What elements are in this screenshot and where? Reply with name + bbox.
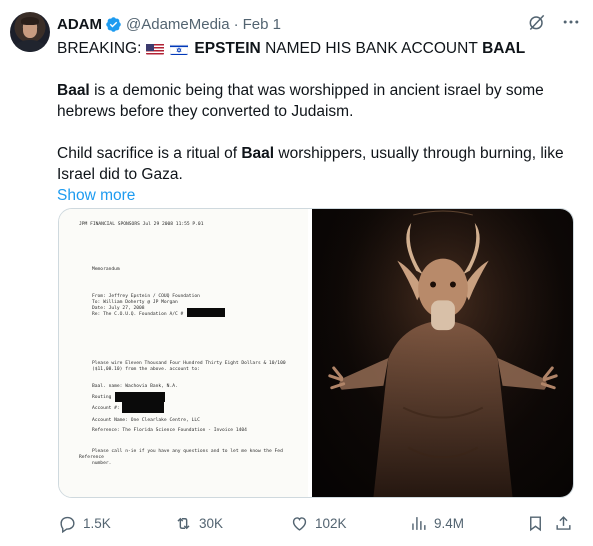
heart-icon — [292, 516, 307, 531]
document-image[interactable]: JPM FINANCIAL SPONSORS Jul 29 2008 11:55… — [59, 209, 312, 497]
paragraph-3: Child sacrifice is a ritual of Baal wors… — [57, 143, 582, 185]
horned-figure-illustration — [313, 209, 572, 497]
p2-bold: Baal — [57, 82, 90, 99]
headline-mid: NAMED HIS BANK ACCOUNT — [265, 40, 478, 57]
doc-account-name: Account Name: One Clearlake Centre, LLC — [92, 418, 200, 423]
israel-flag-icon — [170, 42, 189, 55]
p3-bold: Baal — [241, 145, 275, 162]
doc-header: JPM FINANCIAL SPONSORS Jul 29 2008 11:55… — [79, 222, 204, 227]
us-flag-icon — [146, 42, 165, 55]
redaction-bar — [122, 402, 164, 413]
share-icon — [556, 515, 571, 530]
breaking-label: BREAKING: — [57, 40, 142, 57]
tweet-header: ADAM @AdameMedia · Feb 1 — [57, 14, 281, 34]
reply-count: 1.5K — [83, 515, 111, 531]
verified-badge-icon — [106, 16, 121, 32]
avatar-shoulders — [14, 40, 46, 52]
doc-please-1: Please call n-ie if you have any questio… — [92, 449, 283, 454]
doc-bank: Baal. name: Wachovia Bank, N.A. — [92, 384, 178, 389]
headline-bold-epstein: EPSTEIN — [194, 40, 261, 57]
action-bar: 1.5K 30K 102K 9.4M — [58, 511, 578, 535]
view-count: 9.4M — [434, 515, 465, 531]
repost-count: 30K — [199, 515, 224, 531]
views-icon — [412, 516, 426, 530]
share-button[interactable] — [554, 511, 573, 535]
p2-text: is a demonic being that was worshipped i… — [57, 82, 544, 120]
grok-icon[interactable] — [527, 12, 547, 32]
horned-figure-image[interactable] — [312, 209, 573, 497]
headline-bold-baal: BAAL — [482, 40, 526, 57]
views-button[interactable]: 9.4M — [409, 511, 464, 535]
reply-button[interactable]: 1.5K — [58, 511, 111, 535]
repost-button[interactable]: 30K — [174, 511, 223, 535]
doc-routing: Routing — [92, 395, 112, 400]
doc-account: Account #: — [92, 406, 120, 411]
doc-please-3: number. — [92, 461, 112, 466]
bookmark-button[interactable] — [526, 511, 545, 535]
doc-memo: Memorandum — [92, 267, 120, 272]
like-count: 102K — [315, 515, 347, 531]
separator-dot: · — [233, 15, 239, 33]
doc-wire-2: ($11,08.10) from the above. account to: — [92, 367, 200, 372]
author-handle[interactable]: @AdameMedia — [126, 16, 230, 33]
tweet-text: BREAKING: EPSTEIN NAMED HIS BANK ACCOUNT… — [57, 38, 582, 206]
p3-start: Child sacrifice is a ritual of — [57, 145, 238, 162]
doc-reference: Reference: The Florida Science Foundatio… — [92, 428, 247, 433]
paragraph-2: Baal is a demonic being that was worship… — [57, 80, 582, 122]
redaction-bar — [187, 308, 225, 317]
reply-icon — [60, 516, 75, 533]
doc-re: Re: The C.O.U.Q. Foundation A/C # — [92, 312, 184, 317]
bookmark-icon — [530, 515, 541, 531]
like-button[interactable]: 102K — [290, 511, 347, 535]
tweet-card[interactable]: ADAM @AdameMedia · Feb 1 BREAKING: EPSTE… — [0, 0, 593, 546]
tweet-date[interactable]: Feb 1 — [243, 16, 281, 33]
redaction-bar — [115, 392, 165, 402]
show-more-link[interactable]: Show more — [57, 185, 135, 206]
media-grid[interactable]: JPM FINANCIAL SPONSORS Jul 29 2008 11:55… — [58, 208, 574, 498]
top-right-icons — [527, 12, 581, 32]
more-options-icon[interactable] — [561, 12, 581, 32]
author-name[interactable]: ADAM — [57, 16, 102, 33]
headline-line: BREAKING: EPSTEIN NAMED HIS BANK ACCOUNT… — [57, 38, 582, 59]
avatar-hair — [21, 17, 39, 25]
repost-icon — [177, 517, 190, 529]
avatar[interactable] — [10, 12, 50, 52]
